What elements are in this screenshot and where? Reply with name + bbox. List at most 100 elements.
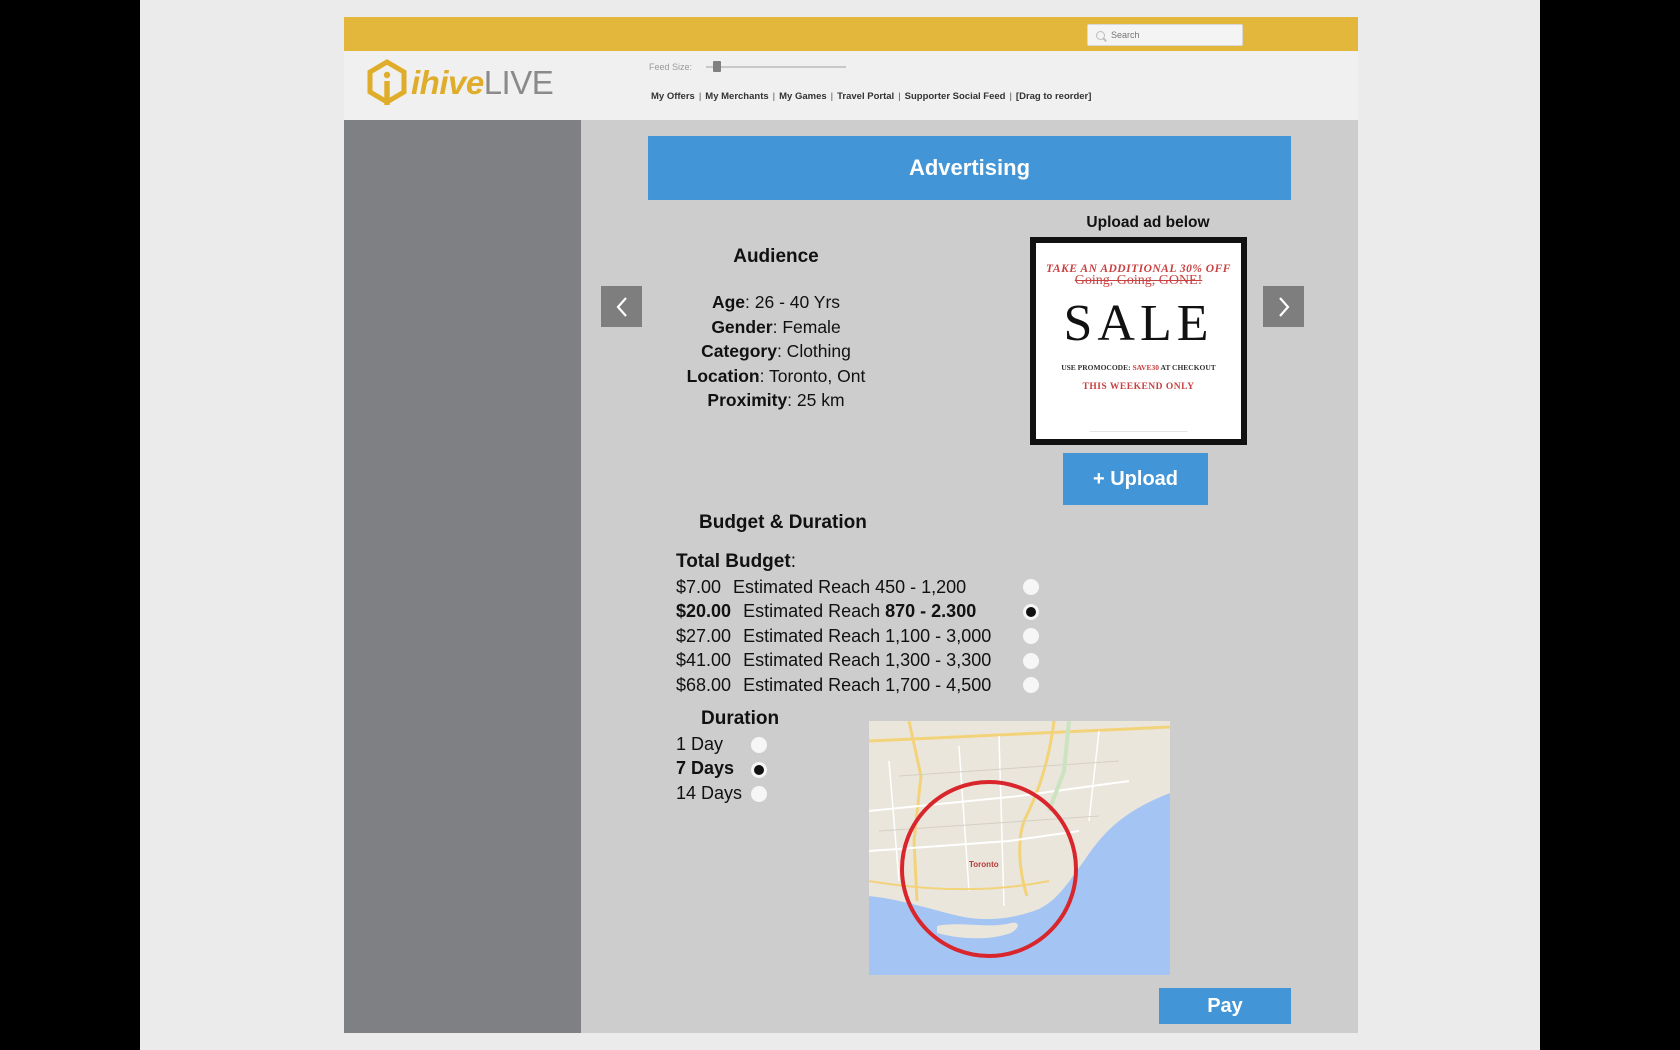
sidebar [344,120,581,1033]
upload-title: Upload ad below [1086,214,1210,231]
estimated-reach-value: 1,100 - 3,000 [885,625,992,646]
duration-radio[interactable] [751,761,767,778]
search-box[interactable] [1087,24,1243,46]
estimated-reach-value: 870 - 2.300 [885,601,977,622]
budget-option[interactable]: $68.00 Estimated Reach 1,700 - 4,500 [676,673,1039,698]
audience-row-location: Location: Toronto, Ont [661,364,891,389]
nav-item-my-merchants[interactable]: My Merchants [705,91,768,102]
budget-duration-title: Budget & Duration [699,512,867,533]
feed-size-slider-handle[interactable] [713,61,722,72]
search-icon [1096,30,1105,40]
ad-headline: SALE [1063,295,1214,352]
budget-price: $20.00 [676,601,732,622]
budget-radio[interactable] [1023,579,1039,595]
estimated-reach-value: 450 - 1,200 [875,576,967,597]
audience-row-proximity: Proximity: 25 km [661,388,891,413]
letterbox-right [1540,0,1680,1050]
ad-promo-prefix: USE PROMOCODE: [1061,363,1131,372]
audience-label: Age [711,292,746,312]
estimated-reach-label: Estimated Reach [733,576,871,597]
budget-price: $27.00 [676,625,732,646]
audience-label: Proximity [707,390,788,410]
ad-promo-code: SAVE30 [1132,363,1159,372]
estimated-reach-label: Estimated Reach [743,601,881,622]
audience-panel: Audience Age: 26 - 40 Yrs Gender: Female C… [661,246,891,413]
audience-value: : Toronto, Ont [759,365,866,386]
budget-option[interactable]: $41.00 Estimated Reach 1,300 - 3,300 [676,649,1039,674]
audience-row-gender: Gender: Female [661,315,891,340]
nav-item-supporter-social-feed[interactable]: Supporter Social Feed [905,91,1006,102]
duration-label: 1 Day [676,733,724,754]
feed-size-slider[interactable] [706,61,847,72]
ad-image: TAKE AN ADDITIONAL 30% OFF Going, Going,… [1036,243,1241,439]
audience-row-age: Age: 26 - 40 Yrs [661,290,891,315]
budget-radio[interactable] [1023,603,1039,620]
ad-tagline: TAKE AN ADDITIONAL 30% OFF [1046,263,1231,275]
chevron-right-icon [1278,296,1289,317]
header: ihiveLIVE Feed Size: My Offers | My Mercha… [344,51,1358,120]
budget-radio[interactable] [1023,628,1039,644]
duration-option[interactable]: 14 Days [676,781,776,806]
main-content: Advertising Audience Age: 26 - 40 Yrs Gen… [581,120,1358,1033]
app-window: ihiveLIVE Feed Size: My Offers|My Mercha… [344,17,1358,1033]
letterbox-left [0,0,140,1050]
chevron-left-icon [616,296,627,317]
estimated-reach-value: 1,700 - 4,500 [885,674,992,695]
nav-separator: | [898,91,901,102]
nav-item-travel-portal[interactable]: Travel Portal [837,91,894,102]
audience-value: : Clothing [776,341,851,361]
ad-weekend: THIS WEEKEND ONLY [1082,382,1195,392]
main-nav: My Offers | My Merchants | My Games | Travel P… [651,91,1091,102]
logo-wordmark: ihiveLIVE [411,64,554,102]
budget-option[interactable]: $27.00 Estimated Reach 1,100 - 3,000 [676,624,1039,649]
budget-options: $7.00 Estimated Reach 450 - 1,200 $20.00 Est… [676,575,1039,698]
estimated-reach-value: 1,300 - 3,300 [885,650,992,671]
audience-value: : Female [772,316,841,337]
duration-radio[interactable] [751,786,767,802]
budget-radio[interactable] [1023,652,1039,669]
budget-price: $7.00 [676,576,722,597]
duration-label: 14 Days [676,782,743,803]
upload-button[interactable]: + Upload [1063,453,1208,505]
duration-option[interactable]: 1 Day [676,732,776,757]
prev-arrow-button[interactable] [601,286,642,327]
top-bar [344,17,1358,51]
estimated-reach-label: Estimated Reach [743,650,881,671]
ad-fine-print: ———————————————————————————— [1089,429,1188,433]
ad-promo: USE PROMOCODE: SAVE30 AT CHECKOUT [1036,363,1241,372]
ad-preview: TAKE AN ADDITIONAL 30% OFF Going, Going,… [1030,237,1247,445]
logo-word-ihive: ihive [411,64,484,101]
total-budget-colon: : [790,551,796,572]
estimated-reach-label: Estimated Reach [743,674,881,695]
budget-option[interactable]: $7.00 Estimated Reach 450 - 1,200 [676,575,1039,600]
audience-label: Location [686,365,760,386]
budget-radio[interactable] [1023,677,1039,693]
budget-price: $41.00 [676,650,732,671]
ihive-logo[interactable]: ihiveLIVE [366,59,554,107]
logo-word-live: LIVE [483,64,554,101]
hive-logo-icon [367,59,407,105]
map-city-label: Toronto [969,860,999,869]
nav-item-my-offers[interactable]: My Offers [651,91,695,102]
audience-value: : 25 km [787,390,845,410]
map-image: Toronto [869,721,1170,975]
search-input[interactable] [1111,30,1231,40]
estimated-reach-label: Estimated Reach [743,625,881,646]
audience-details: Age: 26 - 40 Yrs Gender: Female Category: … [661,290,891,413]
ad-strikethrough: Going, Going, GONE! [1074,273,1203,288]
budget-option[interactable]: $20.00 Estimated Reach 870 - 2.300 [676,600,1039,625]
audience-row-category: Category: Clothing [661,339,891,364]
pay-button[interactable]: Pay [1159,988,1291,1024]
duration-label: 7 Days [676,758,735,779]
duration-option[interactable]: 7 Days [676,757,776,782]
nav-item-my-games[interactable]: My Games [779,91,827,102]
nav-item-drag-to-reorder[interactable]: [Drag to reorder] [1016,91,1091,102]
next-arrow-button[interactable] [1263,286,1304,327]
nav-separator: | [830,91,834,102]
duration-title: Duration [701,708,780,729]
audience-label: Gender [711,316,773,337]
duration-radio[interactable] [751,737,767,753]
duration-options: 1 Day 7 Days 14 Days [676,732,776,806]
location-map[interactable]: Toronto [869,721,1170,975]
nav-separator: | [772,91,776,102]
